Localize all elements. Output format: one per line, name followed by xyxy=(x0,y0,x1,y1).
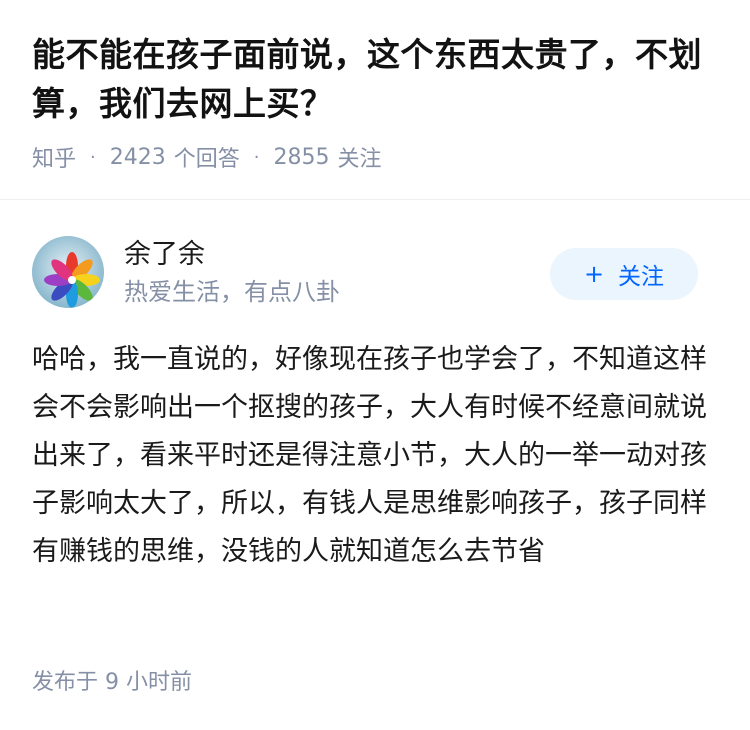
answer-content[interactable]: 哈哈，我一直说的，好像现在孩子也学会了，不知道这样会不会影响出一个抠搜的孩子，大… xyxy=(32,336,712,576)
plus-icon: + xyxy=(583,260,605,288)
author-row: 余了余 热爱生活，有点八卦 + 关注 xyxy=(32,200,718,330)
answer-card: 余了余 热爱生活，有点八卦 + 关注 哈哈，我一直说的，好像现在孩子也学会了，不… xyxy=(0,200,750,576)
author-name[interactable]: 余了余 xyxy=(124,240,205,270)
author-bio: 热爱生活，有点八卦 xyxy=(124,278,340,306)
follower-count: 2855 xyxy=(273,144,330,170)
answer-count-label: 个回答 xyxy=(173,147,240,172)
avatar[interactable] xyxy=(32,236,104,308)
question-header: 能不能在孩子面前说，这个东西太贵了，不划算，我们去网上买？ 知乎 · 2423 … xyxy=(0,0,750,200)
question-meta: 知乎 · 2423 个回答 · 2855 关注 xyxy=(32,141,718,173)
follow-button-label: 关注 xyxy=(618,264,665,290)
source-label[interactable]: 知乎 xyxy=(32,141,76,173)
follow-button[interactable]: + 关注 xyxy=(550,248,698,300)
question-title[interactable]: 能不能在孩子面前说，这个东西太贵了，不划算，我们去网上买？ xyxy=(32,30,718,128)
follower-count-label: 关注 xyxy=(337,147,382,172)
pinwheel-icon xyxy=(32,236,104,308)
publish-time: 发布于 9 小时前 xyxy=(32,670,192,695)
answer-count: 2423 xyxy=(109,144,166,170)
meta-separator: · xyxy=(90,146,96,168)
meta-separator: · xyxy=(253,146,260,168)
